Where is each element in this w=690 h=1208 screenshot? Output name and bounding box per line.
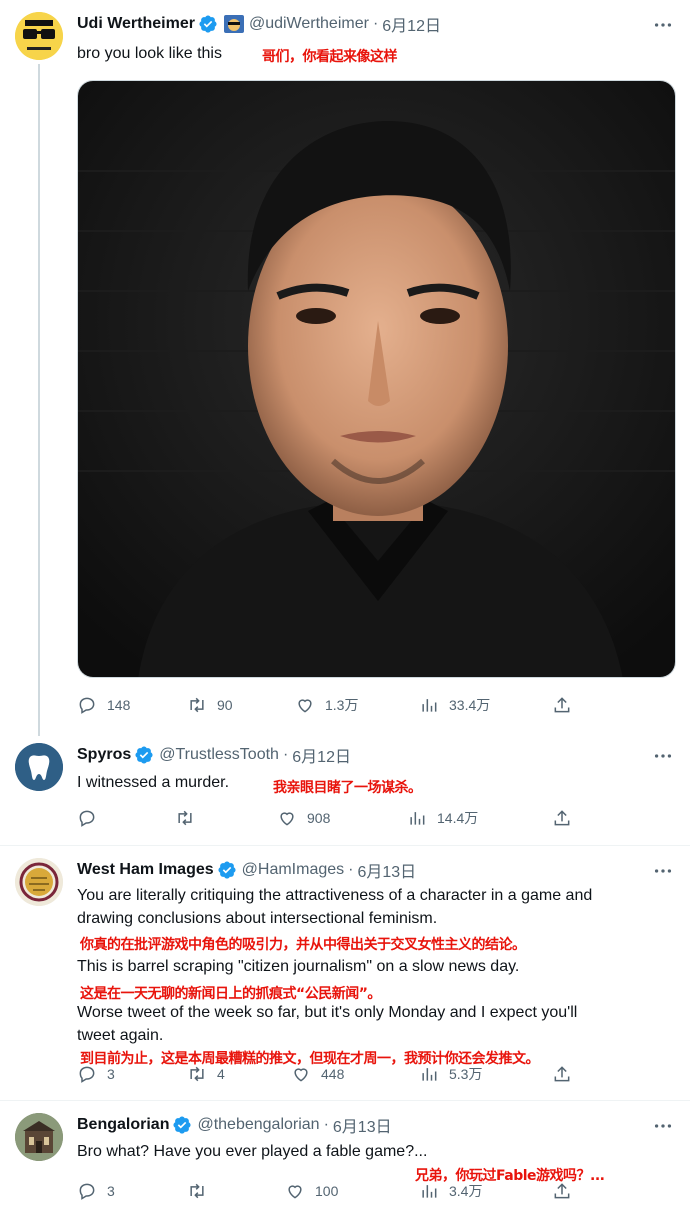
timestamp[interactable]: 6月12日 [382,12,441,36]
tweet-spyros[interactable]: Spyros @TrustlessTooth · 6月12日 I witness… [0,740,690,845]
display-name[interactable]: Bengalorian [77,1116,169,1134]
display-name[interactable]: West Ham Images [77,861,214,879]
analytics-icon [410,812,425,825]
avatar[interactable] [15,743,63,791]
separator-dot: · [372,15,379,32]
timestamp[interactable]: 6月13日 [333,1113,392,1137]
display-name[interactable]: Udi Wertheimer [77,15,195,33]
analytics-icon [422,699,437,712]
like-button[interactable]: 1.3万 [295,693,358,717]
translation-overlay: 我亲眼目睹了一场谋杀。 [273,780,422,796]
share-button[interactable] [552,693,572,717]
verified-badge-icon [199,15,217,33]
tweet-bengalorian[interactable]: Bengalorian @thebengalorian · 6月13日 Bro … [0,1101,690,1208]
heart-icon [288,1185,302,1199]
reply-icon [79,697,95,714]
share-button[interactable] [552,806,572,830]
views-button[interactable]: 14.4万 [407,806,478,830]
tweet-actions: 148 90 1.3万 33.4万 [77,693,597,717]
avatar[interactable] [15,1113,63,1161]
more-options-icon[interactable] [652,14,674,36]
handle[interactable]: @TrustlessTooth [159,746,279,764]
tweet-photo[interactable] [77,80,676,678]
building-avatar-icon [15,1113,63,1161]
like-button[interactable]: 100 [285,1179,338,1203]
like-button[interactable]: 908 [277,806,330,830]
more-options-icon[interactable] [652,745,674,767]
timestamp[interactable]: 6月12日 [292,743,351,767]
affiliate-badge-icon[interactable] [223,15,244,33]
tweet-text-line: Worse tweet of the week so far, but it's… [77,1004,578,1021]
tooth-avatar-icon [15,743,63,791]
translation-overlay: 哥们，你看起来像这样 [262,49,398,65]
retweet-icon [190,697,204,713]
retweet-button[interactable] [187,1179,207,1203]
tweet-header: West Ham Images @HamImages · 6月13日 [77,858,416,882]
share-button[interactable] [552,1062,572,1086]
tweet-west-ham[interactable]: West Ham Images @HamImages · 6月13日 You a… [0,846,690,1101]
share-icon [554,1066,570,1082]
timestamp[interactable]: 6月13日 [357,858,416,882]
separator-dot: · [323,1116,329,1133]
tweet-text-line: drawing conclusions about intersectional… [77,910,438,927]
like-count: 448 [321,1066,345,1082]
tweet-header: Spyros @TrustlessTooth · 6月12日 [77,743,351,767]
view-count: 33.4万 [449,697,491,713]
avatar[interactable] [15,858,63,906]
tweet-text-line: tweet again. [77,1027,164,1044]
reply-count: 3 [107,1066,115,1082]
tweet-header: Udi Wertheimer @udiWertheimer · 6月12日 [77,12,441,36]
tweet-header: Bengalorian @thebengalorian · 6月13日 [77,1113,392,1137]
display-name[interactable]: Spyros [77,746,131,764]
reply-count: 3 [107,1183,115,1199]
like-count: 1.3万 [325,697,359,713]
share-icon [554,697,570,713]
retweet-icon [178,810,192,826]
reply-icon [79,810,95,827]
handle[interactable]: @HamImages [242,861,345,879]
avatar[interactable] [15,12,63,60]
like-count: 100 [315,1183,339,1199]
views-button[interactable]: 33.4万 [419,693,490,717]
more-options-icon[interactable] [652,860,674,882]
avatar-sunglasses-icon [15,12,63,60]
tweet-text: Bro what? Have you ever played a fable g… [77,1143,428,1160]
handle[interactable]: @udiWertheimer [249,15,369,33]
translation-overlay: 兄弟，你玩过Fable游戏吗？... [415,1168,605,1184]
translation-overlay: 这是在一天无聊的新闻日上的抓痕式“公民新闻”。 [80,986,381,1002]
reply-icon [79,1183,95,1200]
heart-icon [280,812,294,826]
club-crest-avatar-icon [15,858,63,906]
portrait-image [78,81,675,677]
view-count: 14.4万 [437,810,479,826]
retweet-button[interactable] [175,806,195,830]
like-count: 908 [307,810,331,826]
translation-overlay: 到目前为止，这是本周最糟糕的推文，但现在才周一，我预计你还会发推文。 [80,1051,540,1067]
tweet-text-line: This is barrel scraping "citizen journal… [77,958,520,975]
reply-button[interactable]: 148 [77,693,130,717]
tweet-udi[interactable]: Udi Wertheimer @udiWertheimer · 6月12日 br… [0,0,690,740]
heart-icon [298,699,312,713]
reply-button[interactable] [77,806,97,830]
retweet-count: 4 [217,1066,225,1082]
tweet-actions: 908 14.4万 [77,806,597,830]
tweet-text-line: You are literally critiquing the attract… [77,887,593,904]
verified-badge-icon [135,746,153,764]
verified-badge-icon [218,861,236,879]
separator-dot: · [282,746,289,763]
more-options-icon[interactable] [652,1115,674,1137]
translation-overlay: 你真的在批评游戏中角色的吸引力，并从中得出关于交叉女性主义的结论。 [80,937,526,953]
retweet-count: 90 [217,697,233,713]
retweet-icon [190,1183,204,1199]
retweet-button[interactable]: 90 [187,693,233,717]
verified-badge-icon [173,1116,192,1134]
reply-button[interactable]: 3 [77,1179,115,1203]
handle[interactable]: @thebengalorian [197,1116,319,1134]
reply-count: 148 [107,697,131,713]
separator-dot: · [348,861,354,878]
share-icon [554,810,570,826]
